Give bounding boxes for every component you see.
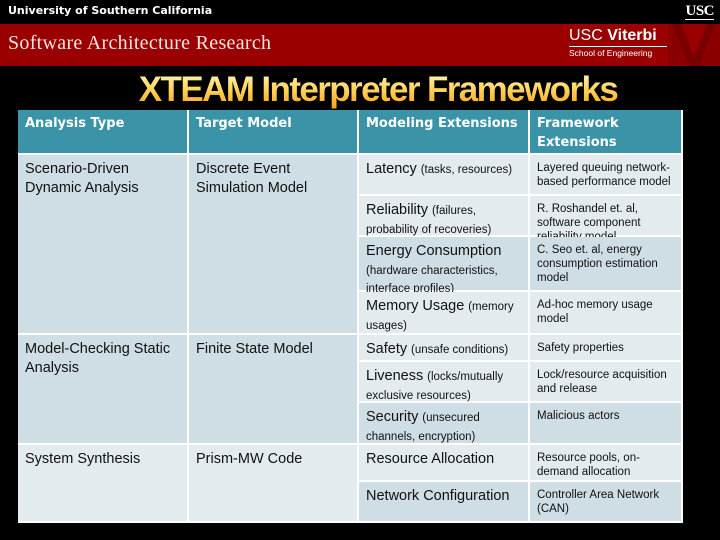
extension-detail: (unsafe conditions) xyxy=(411,344,509,356)
header-cell: Target Model xyxy=(189,110,359,155)
viterbi-usc: USC xyxy=(569,27,603,44)
target-model: Discrete Event Simulation Model xyxy=(196,161,308,196)
modeling-extension-cell: Resource Allocation xyxy=(359,445,530,482)
target-model: Finite State Model xyxy=(196,341,313,357)
viterbi-name: Viterbi xyxy=(607,27,657,44)
framework-extension-cell: Layered queuing network-based performanc… xyxy=(530,155,683,196)
extension-detail: (tasks, resources) xyxy=(420,164,513,176)
column-header: Target Model xyxy=(196,116,292,131)
target-model-cell: Discrete Event Simulation Model xyxy=(189,155,359,335)
analysis-type: Scenario-Driven Dynamic Analysis xyxy=(25,161,139,196)
extension-detail: (hardware characteristics, interface pro… xyxy=(366,265,498,295)
modeling-extension-cell: Liveness (locks/mutually exclusive resou… xyxy=(359,362,530,403)
target-model: Prism-MW Code xyxy=(196,451,303,467)
framework-extension: Ad-hoc memory usage model xyxy=(537,299,653,325)
frameworks-table: Analysis Type Target Model Modeling Extens… xyxy=(18,110,683,523)
modeling-extension-cell: Security (unsecured channels, encryption… xyxy=(359,403,530,445)
modeling-extension-cell: Safety (unsafe conditions) xyxy=(359,335,530,362)
framework-extension: Controller Area Network (CAN) xyxy=(537,489,660,515)
framework-extension-cell: Malicious actors xyxy=(530,403,683,445)
framework-extension: Layered queuing network-based performanc… xyxy=(537,162,671,188)
framework-extension-cell: Safety properties xyxy=(530,335,683,362)
analysis-type-cell: System Synthesis xyxy=(18,445,189,523)
target-model-cell: Prism-MW Code xyxy=(189,445,359,523)
framework-extension-cell: Resource pools, on-demand allocation xyxy=(530,445,683,482)
framework-extension: Safety properties xyxy=(537,342,624,354)
analysis-type: System Synthesis xyxy=(25,451,141,467)
extension-name: Energy Consumption xyxy=(366,243,502,259)
framework-extension-cell: R. Roshandel et. al, software component … xyxy=(530,196,683,243)
modeling-extension-cell: Energy Consumption (hardware characteris… xyxy=(359,237,530,295)
top-bar: University of Southern California USC xyxy=(0,0,720,24)
usc-logo: USC xyxy=(685,3,714,20)
extension-name: Memory Usage xyxy=(366,298,465,314)
modeling-extension-cell: Reliability (failures, probability of re… xyxy=(359,196,530,237)
analysis-type: Model-Checking Static Analysis xyxy=(25,341,171,376)
extension-name: Security xyxy=(366,409,419,425)
framework-extension-cell: Controller Area Network (CAN) xyxy=(530,482,683,523)
column-header: Modeling Extensions xyxy=(366,116,518,131)
modeling-extension-cell: Memory Usage (memory usages) xyxy=(359,292,530,335)
viterbi-logo: USC Viterbi School of Engineering xyxy=(569,28,667,58)
framework-extension: Lock/resource acquisition and release xyxy=(537,369,667,395)
column-header: Analysis Type xyxy=(25,116,125,131)
modeling-extension-cell: Network Configuration xyxy=(359,482,530,523)
analysis-type-cell: Model-Checking Static Analysis xyxy=(18,335,189,445)
university-name: University of Southern California xyxy=(8,4,213,17)
target-model-cell: Finite State Model xyxy=(189,335,359,445)
banner-title: Software Architecture Research xyxy=(8,32,272,54)
header-cell: Framework Extensions xyxy=(530,110,683,155)
modeling-extension-cell: Latency (tasks, resources) xyxy=(359,155,530,196)
extension-name: Resource Allocation xyxy=(366,451,495,467)
extension-name: Safety xyxy=(366,341,408,357)
framework-extension-cell: Lock/resource acquisition and release xyxy=(530,362,683,403)
header-banner: Software Architecture Research USC Viter… xyxy=(0,24,720,66)
framework-extension-cell: Ad-hoc memory usage model xyxy=(530,292,683,335)
framework-extension: C. Seo et. al, energy consumption estima… xyxy=(537,244,658,284)
analysis-type-cell: Scenario-Driven Dynamic Analysis xyxy=(18,155,189,335)
framework-extension-cell: C. Seo et. al, energy consumption estima… xyxy=(530,237,683,292)
viterbi-school: School of Engineering xyxy=(569,48,653,58)
header-cell: Modeling Extensions xyxy=(359,110,530,155)
extension-name: Network Configuration xyxy=(366,488,510,504)
framework-extension: Resource pools, on-demand allocation xyxy=(537,452,640,478)
extension-name: Reliability xyxy=(366,202,429,218)
framework-extension: Malicious actors xyxy=(537,410,620,422)
slide-title: XTEAM Interpreter Frameworks xyxy=(0,70,720,110)
viterbi-v-mark-icon xyxy=(668,24,720,66)
column-header: Framework Extensions xyxy=(537,116,619,150)
header-cell: Analysis Type xyxy=(18,110,189,155)
extension-name: Latency xyxy=(366,161,417,177)
extension-name: Liveness xyxy=(366,368,424,384)
viterbi-rule xyxy=(569,46,667,47)
